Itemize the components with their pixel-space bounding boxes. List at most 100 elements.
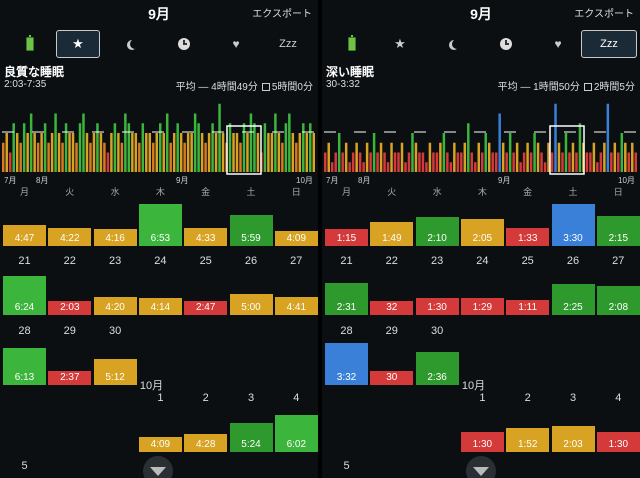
chart-bar [232, 133, 235, 172]
chart-bar [29, 113, 33, 172]
chart-bar [421, 152, 425, 172]
tab-star[interactable]: ★ [378, 30, 422, 58]
day-bar[interactable]: 4:09 [138, 436, 182, 452]
chart-bar [211, 123, 214, 172]
chart-bar [141, 123, 145, 172]
day-bar[interactable]: 2:05 [460, 218, 504, 246]
day-bar[interactable]: 2:36 [415, 352, 459, 385]
day-bar[interactable]: 4:28 [184, 434, 228, 452]
right-panel: 9月 エクスポート ★ ♥ Zzz 深い睡眠 30-3:32 平均 — 1時間50分 2時間5分… [322, 0, 640, 478]
chart-bar [155, 133, 158, 172]
day-bar[interactable]: 4:09 [274, 230, 318, 246]
chart-bar [474, 162, 477, 172]
tab-battery[interactable] [8, 30, 52, 58]
day-bar[interactable]: 1:49 [370, 221, 414, 246]
chart-bar [214, 133, 218, 172]
day-bar[interactable]: 6:24 [3, 276, 46, 315]
day-bar[interactable]: 6:53 [138, 204, 182, 246]
tab-star[interactable]: ★ [56, 30, 100, 58]
chart-bar [148, 133, 152, 172]
day-bar[interactable]: 2:37 [48, 371, 92, 385]
export-button[interactable]: エクスポート [574, 5, 634, 20]
day-bar[interactable]: 4:33 [184, 227, 228, 246]
day-value: 4:22 [60, 232, 80, 244]
chart-bar [599, 152, 603, 172]
chart-bar [432, 152, 435, 172]
day-bar[interactable]: 5:00 [229, 293, 273, 315]
chart-bar [200, 133, 204, 172]
day-value: 30 [386, 372, 398, 383]
chart-bar [68, 133, 71, 172]
day-value: 2:08 [608, 301, 629, 313]
filter-button[interactable] [466, 456, 496, 478]
day-bar[interactable]: 30 [370, 371, 414, 385]
tab-moon[interactable] [432, 30, 476, 58]
tab-zzz[interactable]: Zzz [581, 30, 637, 58]
day-value: 5:24 [241, 438, 261, 450]
filter-button[interactable] [143, 456, 173, 478]
day-bar[interactable]: 2:10 [415, 217, 459, 246]
day-bar[interactable]: 1:30 [596, 432, 640, 452]
day-bar[interactable]: 3:32 [325, 343, 368, 385]
day-bar[interactable]: 1:15 [325, 229, 368, 246]
chart-bar [337, 133, 341, 172]
day-bar[interactable]: 1:33 [506, 228, 550, 246]
day-bar[interactable]: 6:13 [3, 347, 46, 385]
goal-checkbox[interactable] [261, 83, 270, 92]
tab-clock[interactable] [484, 30, 528, 58]
day-bar[interactable]: 1:30 [460, 432, 504, 452]
tab-moon[interactable] [110, 30, 154, 58]
chart-bar [190, 133, 193, 172]
chart-bar [456, 152, 460, 172]
chart-bar [277, 133, 281, 172]
day-bar[interactable]: 5:24 [229, 423, 273, 452]
day-bar[interactable]: 4:20 [93, 297, 137, 315]
day-bar[interactable]: 2:47 [184, 301, 228, 315]
chart-bar [33, 133, 36, 172]
tab-clock[interactable] [162, 30, 206, 58]
chart-bar [54, 113, 57, 172]
day-bar[interactable]: 1:29 [460, 298, 504, 315]
tab-zzz[interactable]: Zzz [266, 30, 310, 58]
day-bar[interactable]: 1:11 [506, 299, 550, 315]
day-bar[interactable]: 2:15 [596, 216, 640, 246]
chart-bar [162, 133, 165, 172]
october-label: 10月 [461, 380, 486, 392]
day-bar[interactable]: 4:41 [274, 296, 318, 315]
history-chart[interactable]: 7月 8月 9月 10月 [0, 92, 318, 184]
day-bar[interactable]: 32 [370, 301, 414, 315]
day-bar[interactable]: 6:02 [274, 414, 318, 452]
goal-checkbox[interactable] [583, 83, 592, 92]
day-number: 24 [476, 255, 489, 267]
chart-bar [327, 142, 330, 172]
chart-bar [617, 152, 620, 172]
day-bar[interactable]: 3:30 [551, 204, 595, 246]
day-bar[interactable]: 5:12 [93, 358, 137, 385]
day-bar[interactable]: 4:14 [138, 298, 182, 315]
day-bar[interactable]: 2:03 [551, 425, 595, 452]
day-bar[interactable]: 5:59 [229, 215, 273, 246]
day-value: 6:53 [150, 232, 171, 244]
chart-bar [239, 142, 242, 172]
chart-bar [372, 133, 376, 172]
chart-bar [47, 142, 50, 172]
day-bar[interactable]: 1:52 [506, 427, 550, 452]
tab-heart[interactable]: ♥ [536, 30, 580, 58]
history-chart[interactable]: 7月 8月 9月 10月 [322, 92, 640, 184]
day-bar[interactable]: 1:30 [415, 298, 459, 315]
day-value: 1:11 [518, 301, 538, 313]
chart-bar [627, 152, 631, 172]
day-bar[interactable]: 2:03 [48, 301, 92, 315]
day-bar[interactable]: 2:31 [325, 283, 368, 315]
chart-bar [120, 142, 124, 172]
export-button[interactable]: エクスポート [252, 5, 312, 20]
day-bar[interactable]: 4:47 [3, 225, 46, 246]
day-bar[interactable]: 2:08 [596, 286, 640, 315]
day-bar[interactable]: 2:25 [551, 284, 595, 315]
chart-bar [428, 142, 432, 172]
tab-heart[interactable]: ♥ [214, 30, 258, 58]
day-bar[interactable]: 4:16 [93, 229, 137, 246]
chart-bar [228, 123, 232, 172]
day-bar[interactable]: 4:22 [48, 228, 92, 246]
tab-battery[interactable] [330, 30, 374, 58]
